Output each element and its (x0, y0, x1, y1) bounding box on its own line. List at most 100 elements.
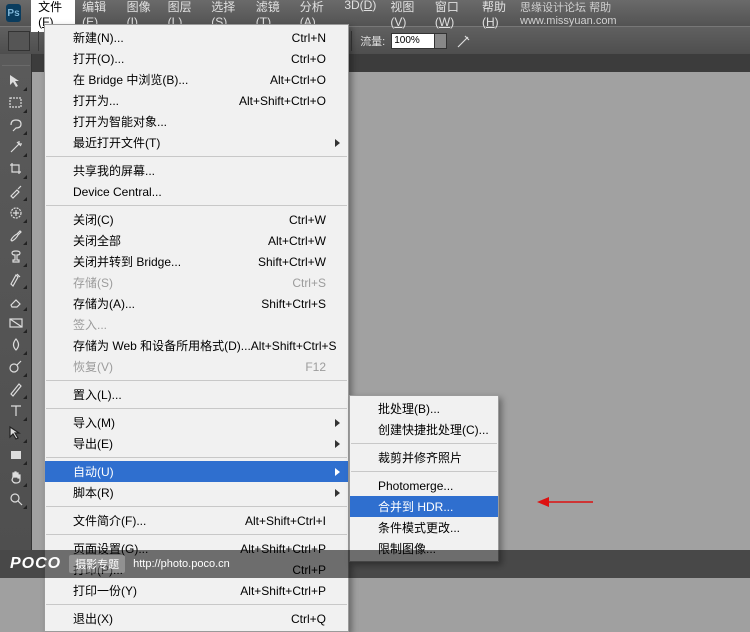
menu-item-shortcut: Alt+Shift+Ctrl+P (240, 584, 326, 598)
menu-item[interactable]: 文件简介(F)... Alt+Shift+Ctrl+I (45, 510, 348, 531)
tool-dodge[interactable] (4, 356, 28, 378)
menu-item[interactable]: 置入(L)... (45, 384, 348, 405)
tool-healing[interactable] (4, 202, 28, 224)
menu-item[interactable]: 打开(O)...Ctrl+O (45, 48, 348, 69)
tool-pen[interactable] (4, 378, 28, 400)
tool-hand[interactable] (4, 466, 28, 488)
submenu-arrow-icon (335, 489, 340, 497)
tool-move[interactable] (4, 70, 28, 92)
menu-item-label: 共享我的屏幕... (73, 162, 155, 179)
menu-separator (46, 156, 347, 157)
menu-item[interactable]: 关闭并转到 Bridge...Shift+Ctrl+W (45, 251, 348, 272)
menu-separator (46, 408, 347, 409)
toolbox (0, 54, 32, 550)
tool-eyedropper[interactable] (4, 180, 28, 202)
menu-item[interactable]: 关闭(C) Ctrl+W (45, 209, 348, 230)
menu-item-shortcut: Alt+Shift+Ctrl+O (239, 94, 326, 108)
menu-item-shortcut: Alt+Shift+Ctrl+I (245, 514, 326, 528)
menu-separator (351, 471, 497, 472)
tool-marquee[interactable] (4, 92, 28, 114)
menu-separator (351, 443, 497, 444)
tool-preset-picker[interactable] (8, 31, 30, 51)
flow-dropdown-icon[interactable] (435, 33, 447, 49)
menu-item[interactable]: 在 Bridge 中浏览(B)...Alt+Ctrl+O (45, 69, 348, 90)
toolbox-grip[interactable] (2, 58, 30, 66)
tool-path-select[interactable] (4, 422, 28, 444)
menu-item-label: 裁剪并修齐照片 (378, 449, 462, 466)
menu-item-label: 合并到 HDR... (378, 498, 453, 515)
app-logo: Ps (6, 4, 21, 22)
tool-lasso[interactable] (4, 114, 28, 136)
tool-gradient[interactable] (4, 312, 28, 334)
menu-item[interactable]: 创建快捷批处理(C)... (350, 419, 498, 440)
menu-item[interactable]: 条件模式更改... (350, 517, 498, 538)
menu-item-label: Device Central... (73, 185, 162, 199)
menu-item-label: 恢复(V) (73, 358, 113, 375)
menu-item[interactable]: 导出(E) (45, 433, 348, 454)
menu-item-shortcut: Ctrl+W (289, 213, 326, 227)
menu-item[interactable]: 合并到 HDR... (350, 496, 498, 517)
menu-item-label: 打开为智能对象... (73, 113, 167, 130)
menu-item-label: 文件简介(F)... (73, 512, 146, 529)
menu-item-label: 关闭(C) (73, 211, 114, 228)
tool-brush[interactable] (4, 224, 28, 246)
menu-item: 恢复(V) F12 (45, 356, 348, 377)
menu-separator (46, 457, 347, 458)
menu-separator (46, 506, 347, 507)
menu-item-label: 批处理(B)... (378, 400, 440, 417)
poco-logo: POCO (10, 555, 61, 573)
menu-item: 签入... (45, 314, 348, 335)
menu-item[interactable]: 自动(U) (45, 461, 348, 482)
menu-item[interactable]: 打开为...Alt+Shift+Ctrl+O (45, 90, 348, 111)
menu-item[interactable]: 关闭全部Alt+Ctrl+W (45, 230, 348, 251)
menu-v[interactable]: 视图(V) (383, 0, 428, 32)
flow-input[interactable]: 100% (391, 33, 435, 49)
menu-item[interactable]: 新建(N)...Ctrl+N (45, 27, 348, 48)
menu-separator (46, 205, 347, 206)
menu-item[interactable]: 脚本(R) (45, 482, 348, 503)
tool-eraser[interactable] (4, 290, 28, 312)
menu-item-shortcut: Ctrl+N (292, 31, 326, 45)
menu-h[interactable]: 帮助(H) (475, 0, 520, 32)
menu-item[interactable]: 导入(M) (45, 412, 348, 433)
menu-item-label: 创建快捷批处理(C)... (378, 421, 489, 438)
menu-item[interactable]: Photomerge... (350, 475, 498, 496)
submenu-arrow-icon (335, 139, 340, 147)
tool-type[interactable] (4, 400, 28, 422)
title-extra-text: 思缘设计论坛 帮助 www.missyuan.com (520, 0, 750, 27)
menu-item-label: 签入... (73, 316, 107, 333)
menu-w[interactable]: 窗口(W) (428, 0, 475, 32)
menu-item-label: 退出(X) (73, 610, 113, 627)
menu-item-label: Photomerge... (378, 479, 453, 493)
menu-item[interactable]: 退出(X)Ctrl+Q (45, 608, 348, 629)
tool-history[interactable] (4, 268, 28, 290)
menu-item-shortcut: Alt+Ctrl+O (270, 73, 326, 87)
menu-item-shortcut: Alt+Shift+Ctrl+S (251, 339, 337, 353)
menu-item[interactable]: 共享我的屏幕... (45, 160, 348, 181)
menu-item-shortcut: F12 (305, 360, 326, 374)
submenu-arrow-icon (335, 468, 340, 476)
tool-wand[interactable] (4, 136, 28, 158)
menu-item[interactable]: 最近打开文件(T) (45, 132, 348, 153)
menu-item: 存储(S)Ctrl+S (45, 272, 348, 293)
menu-separator (46, 534, 347, 535)
watermark-footer: POCO 摄影专题 http://photo.poco.cn (0, 550, 750, 578)
menu-item-label: 导出(E) (73, 435, 113, 452)
tool-stamp[interactable] (4, 246, 28, 268)
tool-crop[interactable] (4, 158, 28, 180)
menu-item-label: 关闭全部 (73, 232, 121, 249)
menu-item-shortcut: Ctrl+S (292, 276, 326, 290)
menu-item[interactable]: 存储为(A)...Shift+Ctrl+S (45, 293, 348, 314)
airbrush-icon[interactable] (453, 32, 475, 50)
menu-item[interactable]: 打开为智能对象... (45, 111, 348, 132)
tool-blur[interactable] (4, 334, 28, 356)
poco-url: http://photo.poco.cn (133, 558, 230, 570)
menu-item[interactable]: Device Central... (45, 181, 348, 202)
tool-zoom[interactable] (4, 488, 28, 510)
menu-item[interactable]: 打印一份(Y)Alt+Shift+Ctrl+P (45, 580, 348, 601)
menu-item[interactable]: 裁剪并修齐照片 (350, 447, 498, 468)
menu-item[interactable]: 存储为 Web 和设备所用格式(D)...Alt+Shift+Ctrl+S (45, 335, 348, 356)
menu-item-label: 最近打开文件(T) (73, 134, 160, 151)
menu-item[interactable]: 批处理(B)... (350, 398, 498, 419)
tool-rectangle[interactable] (4, 444, 28, 466)
